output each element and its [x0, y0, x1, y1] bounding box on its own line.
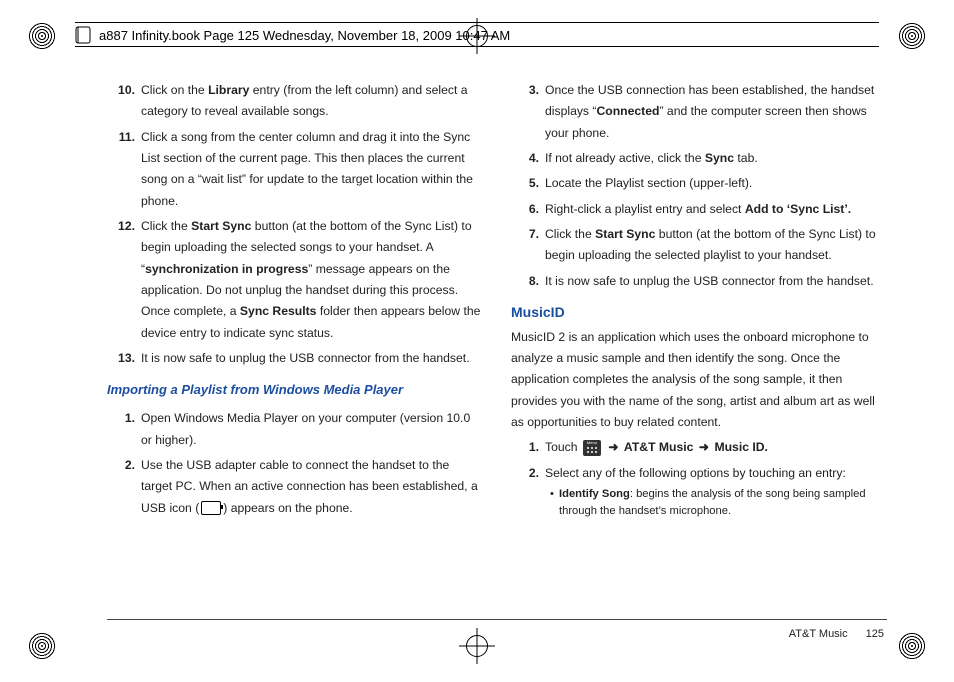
- list-item: 10.Click on the Library entry (from the …: [107, 80, 483, 123]
- step-list: 10.Click on the Library entry (from the …: [107, 80, 483, 369]
- step-list: 3.Once the USB connection has been estab…: [511, 80, 887, 292]
- subheading: MusicID: [511, 300, 887, 325]
- list-item: 1.Open Windows Media Player on your comp…: [107, 408, 483, 451]
- divider: [75, 46, 879, 48]
- subheading: Importing a Playlist from Windows Media …: [107, 379, 483, 402]
- paragraph: MusicID 2 is an application which uses t…: [511, 327, 887, 434]
- step-list: 1.Touch ➜ AT&T Music ➜ Music ID. 2.Selec…: [511, 437, 887, 519]
- list-item: 3.Once the USB connection has been estab…: [511, 80, 887, 144]
- arrow-icon: ➜: [699, 440, 709, 454]
- page-number: 125: [866, 628, 884, 640]
- bullet-item: •Identify Song: begins the analysis of t…: [545, 486, 887, 520]
- usb-icon: [201, 501, 221, 515]
- list-item: 11.Click a song from the center column a…: [107, 127, 483, 212]
- registration-mark-icon: [898, 22, 926, 50]
- page: a887 Infinity.book Page 125 Wednesday, N…: [0, 0, 954, 682]
- divider: [107, 619, 887, 620]
- footer-section: AT&T Music: [789, 628, 848, 640]
- crosshair-icon: [463, 632, 491, 660]
- book-icon: [75, 24, 93, 46]
- arrow-icon: ➜: [608, 440, 618, 454]
- divider: [75, 22, 879, 24]
- bullet-list: •Identify Song: begins the analysis of t…: [545, 486, 887, 520]
- page-footer: AT&T Music 125: [789, 628, 884, 640]
- left-column: 10.Click on the Library entry (from the …: [107, 80, 483, 612]
- list-item: 7.Click the Start Sync button (at the bo…: [511, 224, 887, 267]
- menu-icon: [583, 440, 601, 456]
- list-item: 2.Select any of the following options by…: [511, 463, 887, 520]
- right-column: 3.Once the USB connection has been estab…: [511, 80, 887, 612]
- registration-mark-icon: [28, 632, 56, 660]
- registration-mark-icon: [898, 632, 926, 660]
- list-item: 6.Right-click a playlist entry and selec…: [511, 199, 887, 220]
- step-list: 1.Open Windows Media Player on your comp…: [107, 408, 483, 519]
- list-item: 2.Use the USB adapter cable to connect t…: [107, 455, 483, 519]
- print-header: a887 Infinity.book Page 125 Wednesday, N…: [75, 22, 879, 48]
- registration-mark-icon: [28, 22, 56, 50]
- list-item: 12.Click the Start Sync button (at the b…: [107, 216, 483, 344]
- list-item: 4.If not already active, click the Sync …: [511, 148, 887, 169]
- list-item: 8.It is now safe to unplug the USB conne…: [511, 271, 887, 292]
- list-item: 5.Locate the Playlist section (upper-lef…: [511, 173, 887, 194]
- list-item: 1.Touch ➜ AT&T Music ➜ Music ID.: [511, 437, 887, 458]
- list-item: 13.It is now safe to unplug the USB conn…: [107, 348, 483, 369]
- content-area: 10.Click on the Library entry (from the …: [107, 80, 887, 612]
- header-text: a887 Infinity.book Page 125 Wednesday, N…: [99, 28, 510, 43]
